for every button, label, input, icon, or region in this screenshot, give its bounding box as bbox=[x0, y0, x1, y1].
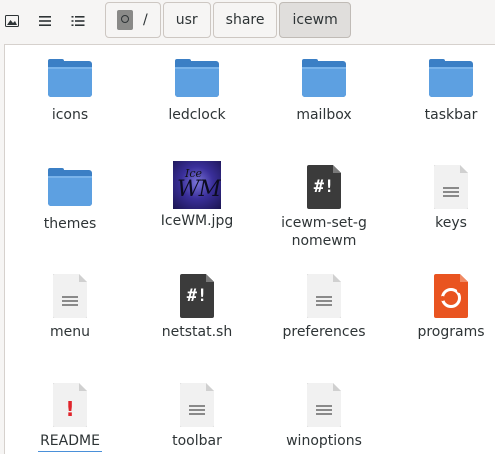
file-item-preferences[interactable]: preferences bbox=[260, 272, 388, 341]
file-icon-view[interactable]: icons ledclock mailbox taskbar themes Ic… bbox=[4, 44, 495, 454]
text-file-icon bbox=[300, 272, 348, 320]
file-label: taskbar bbox=[424, 107, 478, 123]
path-crumb-icewm[interactable]: icewm bbox=[279, 2, 351, 38]
file-label: winoptions bbox=[286, 433, 362, 449]
text-file-icon bbox=[46, 272, 94, 320]
path-crumb-usr[interactable]: usr bbox=[162, 2, 211, 38]
file-item-taskbar[interactable]: taskbar bbox=[387, 55, 495, 124]
file-item-icewm-set-gnomewm[interactable]: #! icewm-set-gnomewm bbox=[260, 163, 388, 250]
file-label: ledclock bbox=[168, 107, 226, 123]
folder-icon bbox=[173, 55, 221, 103]
file-label: icewm-set-gnomewm bbox=[281, 215, 367, 249]
file-item-toolbar[interactable]: toolbar bbox=[133, 381, 261, 450]
file-label: keys bbox=[435, 215, 467, 231]
file-item-icons[interactable]: icons bbox=[6, 55, 134, 124]
script-file-icon: #! bbox=[173, 272, 221, 320]
file-item-icewm-jpg[interactable]: Ice WM IceWM.jpg bbox=[133, 161, 261, 230]
drive-icon bbox=[117, 10, 133, 30]
file-label: programs bbox=[417, 324, 485, 340]
text-file-icon bbox=[427, 163, 475, 211]
root-separator: / bbox=[143, 12, 148, 28]
script-file-icon: #! bbox=[300, 163, 348, 211]
program-file-icon bbox=[427, 272, 475, 320]
header-bar: / usr share icewm bbox=[0, 0, 495, 44]
image-thumbnail: Ice WM bbox=[173, 161, 221, 209]
file-item-winoptions[interactable]: winoptions bbox=[260, 381, 388, 450]
file-label: toolbar bbox=[172, 433, 222, 449]
file-label: mailbox bbox=[296, 107, 352, 123]
list-view-icon[interactable] bbox=[35, 11, 55, 31]
file-item-menu[interactable]: menu bbox=[6, 272, 134, 341]
file-label: netstat.sh bbox=[161, 324, 233, 340]
path-crumb-share[interactable]: share bbox=[212, 2, 278, 38]
file-item-netstat-sh[interactable]: #! netstat.sh bbox=[133, 272, 261, 341]
file-item-programs[interactable]: programs bbox=[387, 272, 495, 341]
file-item-mailbox[interactable]: mailbox bbox=[260, 55, 388, 124]
details-view-icon[interactable] bbox=[68, 11, 88, 31]
file-item-ledclock[interactable]: ledclock bbox=[133, 55, 261, 124]
folder-icon bbox=[427, 55, 475, 103]
file-item-themes[interactable]: themes bbox=[6, 164, 134, 233]
folder-icon bbox=[300, 55, 348, 103]
file-item-readme[interactable]: ! README bbox=[6, 381, 134, 452]
file-label: README bbox=[38, 432, 102, 452]
file-label: themes bbox=[43, 216, 97, 232]
file-label: menu bbox=[50, 324, 90, 340]
file-item-keys[interactable]: keys bbox=[387, 163, 495, 232]
file-label: preferences bbox=[282, 324, 366, 340]
path-bar: / usr share icewm bbox=[105, 2, 353, 40]
text-file-icon bbox=[300, 381, 348, 429]
file-label: icons bbox=[51, 107, 89, 123]
text-file-icon bbox=[173, 381, 221, 429]
folder-icon bbox=[46, 164, 94, 212]
readme-file-icon: ! bbox=[46, 381, 94, 429]
path-crumb-root[interactable]: / bbox=[105, 2, 161, 38]
image-view-icon[interactable] bbox=[2, 11, 22, 31]
file-label: IceWM.jpg bbox=[160, 213, 234, 229]
folder-icon bbox=[46, 55, 94, 103]
